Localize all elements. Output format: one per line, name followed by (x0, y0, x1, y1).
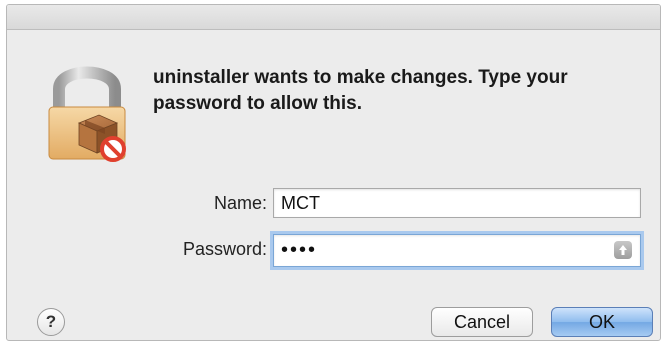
cancel-button[interactable]: Cancel (431, 307, 533, 337)
name-label: Name: (213, 193, 267, 213)
password-field[interactable]: •••• (273, 234, 641, 267)
dialog-message: uninstaller wants to make changes. Type … (153, 67, 568, 114)
help-button[interactable]: ? (37, 308, 65, 336)
title-bar (7, 5, 660, 30)
name-value: MCT (281, 192, 320, 213)
password-label: Password: (182, 239, 267, 259)
keychain-arrow-icon[interactable] (614, 241, 632, 259)
ok-button[interactable]: OK (551, 307, 653, 337)
name-field[interactable]: MCT (273, 188, 641, 218)
lock-package-icon (37, 55, 137, 165)
password-value: •••• (281, 239, 318, 261)
authentication-dialog: uninstaller wants to make changes. Type … (6, 4, 661, 341)
